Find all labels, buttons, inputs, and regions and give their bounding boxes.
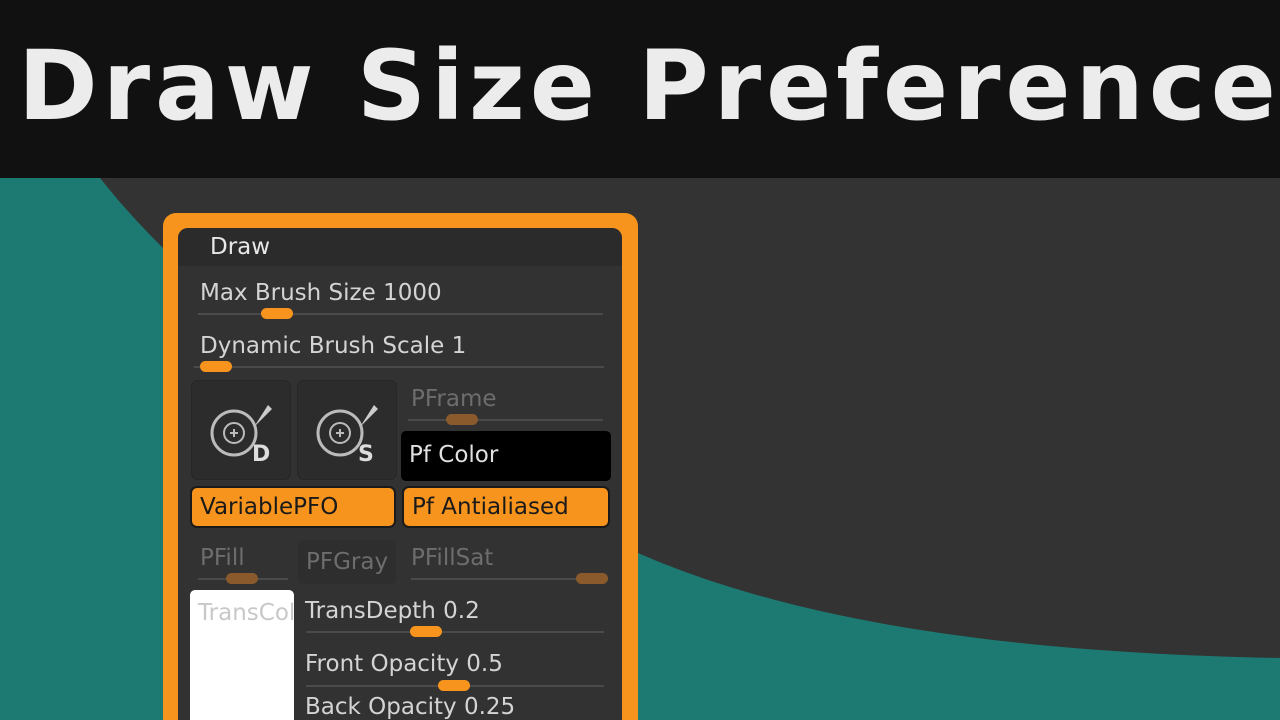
max-brush-size-value: 1000 (383, 280, 442, 306)
variable-pfo-button[interactable]: VariablePFO (190, 486, 396, 528)
pfgray-label: PFGray (306, 549, 389, 575)
max-brush-size-label: Max Brush Size 1000 (200, 280, 442, 306)
front-opacity-slider[interactable] (306, 680, 604, 691)
panel-header[interactable]: Draw (178, 228, 622, 266)
trans-depth-value: 0.2 (443, 598, 480, 624)
draw-size-icon: D (210, 405, 272, 467)
title-bar: Draw Size Preferences (0, 0, 1280, 178)
back-opacity-label: Back Opacity 0.25 (305, 694, 515, 720)
trans-color-swatch[interactable]: TransColor (190, 590, 294, 720)
front-opacity-label-text: Front Opacity (305, 651, 459, 677)
pfill-label: PFill (200, 545, 245, 571)
brush-size-icon: S (316, 405, 378, 467)
front-opacity-value: 0.5 (466, 651, 503, 677)
pfillsat-label: PFillSat (411, 545, 494, 571)
back-opacity-value: 0.25 (463, 694, 516, 720)
draw-size-button[interactable]: D (191, 380, 291, 480)
slider-knob[interactable] (438, 680, 470, 691)
max-brush-size-label-text: Max Brush Size (200, 280, 376, 306)
pf-color-swatch[interactable]: Pf Color (401, 431, 611, 481)
pfill-slider[interactable] (198, 573, 288, 584)
highlight-frame: Draw Max Brush Size 1000 Dynamic Brush S… (163, 213, 638, 720)
svg-text:S: S (358, 442, 374, 467)
slider-knob[interactable] (226, 573, 258, 584)
slider-knob[interactable] (576, 573, 608, 584)
slider-knob[interactable] (410, 626, 442, 637)
dynamic-brush-scale-value: 1 (451, 333, 467, 359)
dynamic-brush-scale-slider[interactable] (194, 361, 604, 372)
dynamic-brush-scale-label-text: Dynamic Brush Scale (200, 333, 445, 359)
panel-title: Draw (210, 234, 271, 260)
slider-knob[interactable] (261, 308, 293, 319)
page-title: Draw Size Preferences (18, 30, 1280, 142)
trans-depth-slider[interactable] (306, 626, 604, 637)
trans-depth-label-text: TransDepth (305, 598, 436, 624)
pf-antialiased-button[interactable]: Pf Antialiased (402, 486, 610, 528)
trans-depth-label: TransDepth 0.2 (305, 598, 480, 624)
trans-color-label: TransColor (198, 600, 294, 626)
svg-text:D: D (252, 442, 270, 467)
pframe-label: PFrame (411, 386, 497, 412)
dynamic-brush-scale-label: Dynamic Brush Scale 1 (200, 333, 466, 359)
brush-size-button[interactable]: S (297, 380, 397, 480)
pfillsat-slider[interactable] (411, 573, 608, 584)
back-opacity-label-text: Back Opacity (305, 694, 457, 720)
pframe-slider[interactable] (408, 414, 603, 425)
draw-panel: Draw Max Brush Size 1000 Dynamic Brush S… (178, 228, 622, 720)
slider-knob[interactable] (446, 414, 478, 425)
front-opacity-label: Front Opacity 0.5 (305, 651, 503, 677)
slider-knob[interactable] (200, 361, 232, 372)
pfgray-button[interactable]: PFGray (298, 540, 396, 584)
max-brush-size-slider[interactable] (198, 308, 603, 319)
